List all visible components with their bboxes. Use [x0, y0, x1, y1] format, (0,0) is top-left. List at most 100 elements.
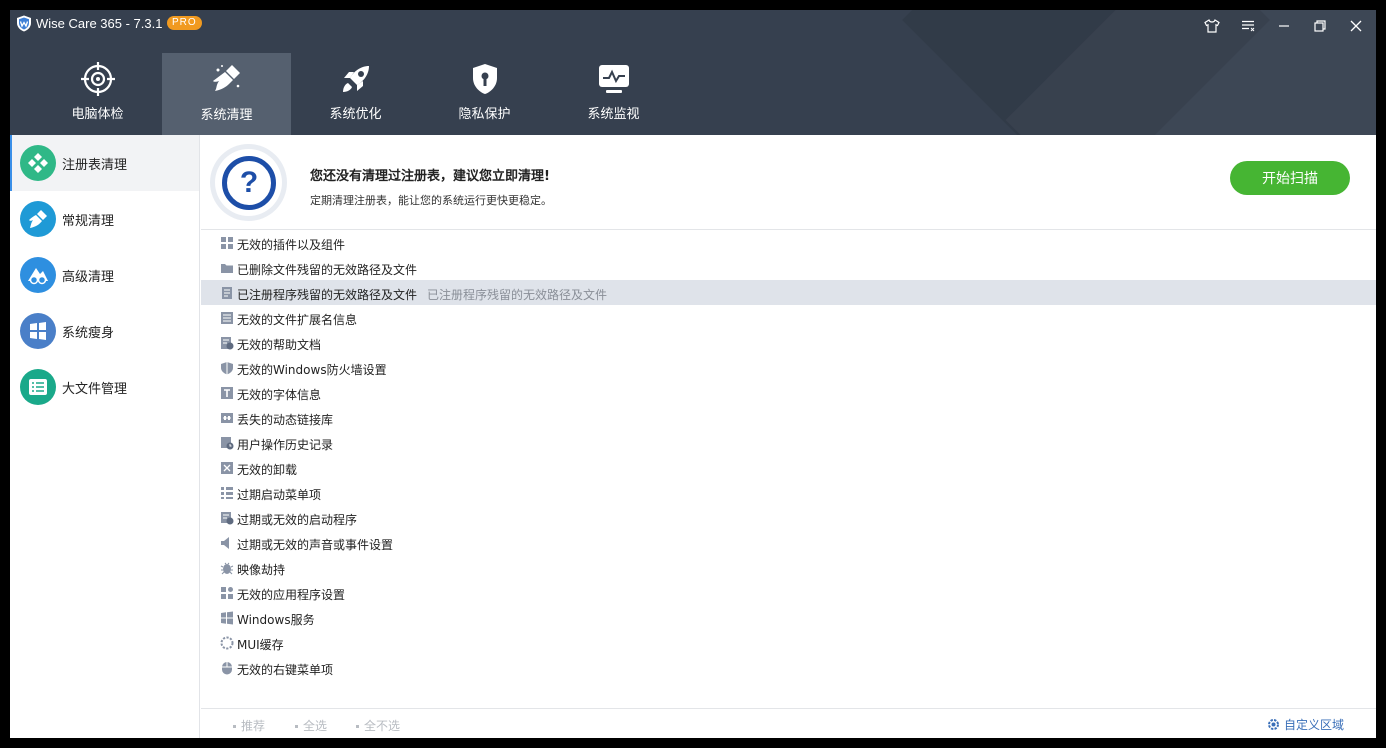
registry-item-row[interactable]: 无效的字体信息: [201, 380, 1376, 405]
speaker-icon: [221, 537, 229, 549]
registry-item-label: 无效的卸载: [237, 463, 298, 477]
registry-item-row[interactable]: 丢失的动态链接库: [201, 405, 1376, 430]
registry-item-description: 已注册程序残留的无效路径及文件: [427, 288, 608, 302]
registry-item-row[interactable]: 无效的帮助文档: [201, 330, 1376, 355]
registry-item-row[interactable]: 无效的卸载: [201, 455, 1376, 480]
tab-system-clean[interactable]: 系统清理: [162, 53, 291, 135]
banner-headline: 您还没有清理过注册表，建议您立即清理!: [310, 169, 550, 184]
custom-area-link[interactable]: 自定义区域: [1267, 716, 1344, 733]
tab-label: 系统优化: [329, 107, 382, 122]
grid-icon: [221, 237, 233, 249]
folder-icon: [221, 264, 233, 273]
registry-item-row[interactable]: 无效的文件扩展名信息: [201, 305, 1376, 330]
select-none-option[interactable]: 全不选: [356, 717, 400, 734]
minimize-icon: [1279, 25, 1289, 27]
tab-label: 隐私保护: [458, 107, 511, 122]
registry-item-row[interactable]: 无效的右键菜单项: [201, 655, 1376, 680]
sidebar: 注册表清理 常规清理 高级清理 系统瘦身 大文件管理: [10, 135, 200, 738]
banner-subtext: 定期清理注册表，能让您的系统运行更快更稳定。: [310, 194, 552, 207]
skin-button[interactable]: [1202, 16, 1222, 36]
tshirt-icon: [1204, 19, 1220, 33]
uninstall-icon: [221, 462, 233, 474]
header: Wise Care 365 - 7.3.1 PRO 电脑体检 系统清理 系统优化…: [10, 10, 1376, 135]
registry-item-row[interactable]: 无效的插件以及组件: [201, 230, 1376, 255]
recommend-label: 推荐: [241, 719, 266, 733]
sidebar-item-label: 高级清理: [62, 270, 115, 285]
minimize-button[interactable]: [1274, 16, 1294, 36]
registry-item-row[interactable]: MUI缓存: [201, 630, 1376, 655]
sidebar-item-large-files[interactable]: 大文件管理: [10, 359, 199, 415]
registry-item-row[interactable]: 用户操作历史记录: [201, 430, 1376, 455]
registry-item-label: 无效的应用程序设置: [237, 588, 346, 602]
app-settings-icon: [221, 587, 233, 599]
registry-item-label: 映像劫持: [237, 563, 286, 577]
bug-icon: [220, 562, 234, 575]
custom-area-label: 自定义区域: [1284, 718, 1345, 732]
question-mark-icon: ?: [222, 156, 276, 210]
app-logo-icon: [17, 15, 31, 32]
select-all-option[interactable]: 全选: [295, 717, 327, 734]
registry-item-label: 无效的插件以及组件: [237, 238, 346, 252]
tab-system-monitor[interactable]: 系统监视: [549, 53, 678, 135]
registry-item-row[interactable]: 已注册程序残留的无效路径及文件 已注册程序残留的无效路径及文件: [201, 280, 1376, 305]
app-window: Wise Care 365 - 7.3.1 PRO 电脑体检 系统清理 系统优化…: [10, 10, 1376, 738]
registry-item-label: MUI缓存: [237, 638, 284, 652]
menu-button[interactable]: [1238, 16, 1258, 36]
pro-badge: PRO: [167, 16, 202, 30]
help-doc-icon: [221, 337, 234, 350]
registry-item-label: 过期或无效的启动程序: [237, 513, 358, 527]
maximize-button[interactable]: [1310, 16, 1330, 36]
tab-pc-checkup[interactable]: 电脑体检: [33, 53, 162, 135]
registry-item-label: 无效的字体信息: [237, 388, 322, 402]
menu-icon: [1242, 20, 1255, 32]
tab-label: 系统清理: [200, 108, 253, 123]
rocket-icon: [343, 66, 369, 92]
status-banner: ? 您还没有清理过注册表，建议您立即清理! 定期清理注册表，能让您的系统运行更快…: [201, 135, 1376, 230]
registry-item-row[interactable]: 过期或无效的启动程序: [201, 505, 1376, 530]
tab-label: 系统监视: [587, 107, 640, 122]
close-button[interactable]: [1346, 16, 1366, 36]
registry-item-row[interactable]: 无效的Windows防火墙设置: [201, 355, 1376, 380]
mouse-icon: [222, 662, 232, 675]
list-icon: [221, 312, 233, 324]
registry-item-label: 已注册程序残留的无效路径及文件: [237, 288, 418, 302]
registry-item-label: 已删除文件残留的无效路径及文件: [237, 263, 418, 277]
windows-icon: [221, 611, 233, 625]
recommend-option[interactable]: 推荐: [233, 717, 265, 734]
sidebar-item-system-slim[interactable]: 系统瘦身: [10, 303, 199, 359]
sidebar-item-label: 常规清理: [62, 214, 115, 229]
history-icon: [221, 437, 234, 450]
document-icon: [222, 287, 232, 299]
start-menu-icon: [221, 487, 233, 499]
registry-item-list: 无效的插件以及组件 已删除文件残留的无效路径及文件 已注册程序残留的无效路径及文件已…: [201, 230, 1376, 680]
registry-item-row[interactable]: 无效的应用程序设置: [201, 580, 1376, 605]
broom-icon: [20, 201, 56, 237]
sidebar-item-advanced-clean[interactable]: 高级清理: [10, 247, 199, 303]
registry-icon: [20, 145, 56, 181]
cache-icon: [220, 636, 234, 650]
registry-item-row[interactable]: Windows服务: [201, 605, 1376, 630]
app-title: Wise Care 365 - 7.3.1: [36, 16, 163, 31]
registry-item-row[interactable]: 已删除文件残留的无效路径及文件: [201, 255, 1376, 280]
registry-item-label: 用户操作历史记录: [237, 438, 334, 452]
tab-system-optimize[interactable]: 系统优化: [291, 53, 420, 135]
shield-lock-icon: [473, 64, 497, 94]
registry-item-row[interactable]: 映像劫持: [201, 555, 1376, 580]
sidebar-item-registry-clean[interactable]: 注册表清理: [10, 135, 199, 191]
sidebar-item-common-clean[interactable]: 常规清理: [10, 191, 199, 247]
start-scan-button[interactable]: 开始扫描: [1230, 161, 1350, 195]
main-nav: 电脑体检 系统清理 系统优化 隐私保护 系统监视: [33, 53, 678, 135]
tab-privacy[interactable]: 隐私保护: [420, 53, 549, 135]
select-all-label: 全选: [303, 719, 328, 733]
registry-item-label: Windows服务: [237, 613, 315, 627]
dll-icon: [221, 413, 233, 423]
registry-item-row[interactable]: 过期启动菜单项: [201, 480, 1376, 505]
advanced-clean-icon: [20, 257, 56, 293]
crosshair-icon: [81, 62, 115, 96]
registry-item-label: 无效的右键菜单项: [237, 663, 334, 677]
monitor-pulse-icon: [599, 65, 629, 93]
registry-item-label: 无效的文件扩展名信息: [237, 313, 358, 327]
registry-item-row[interactable]: 过期或无效的声音或事件设置: [201, 530, 1376, 555]
main-panel: ? 您还没有清理过注册表，建议您立即清理! 定期清理注册表，能让您的系统运行更快…: [201, 135, 1376, 738]
close-icon: [1350, 20, 1362, 32]
